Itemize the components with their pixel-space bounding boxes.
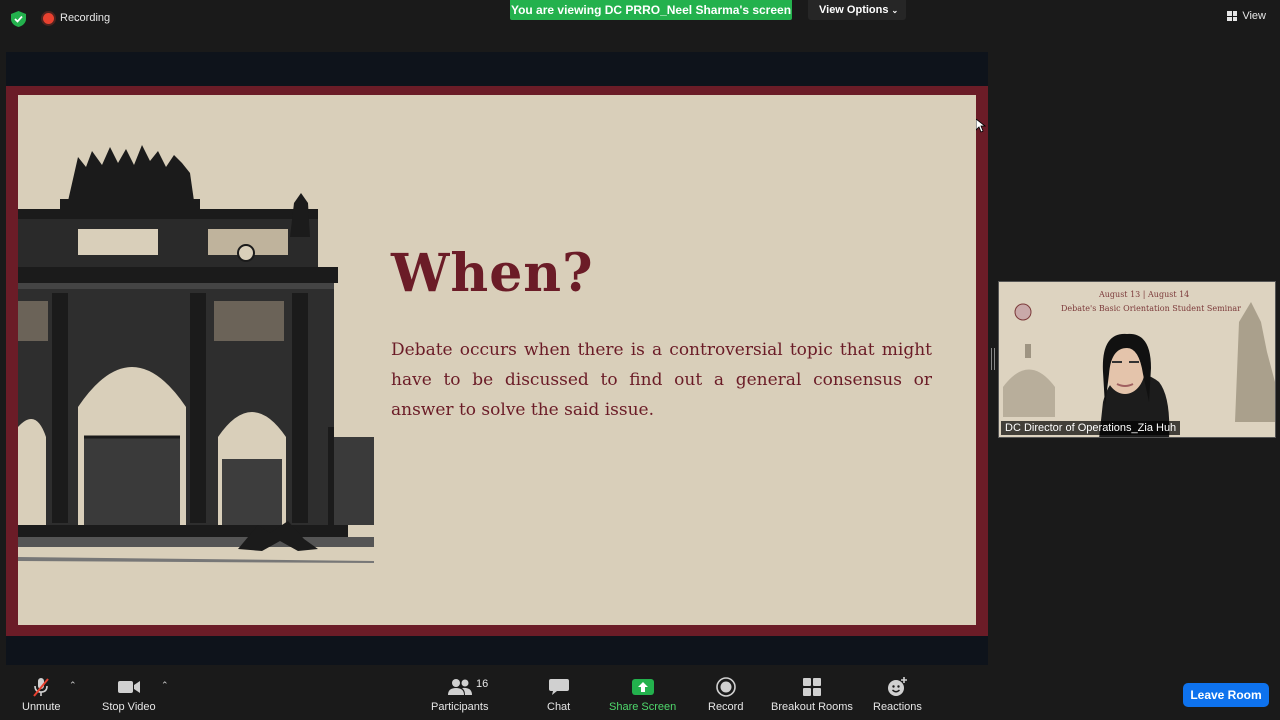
participants-label: Participants <box>431 701 489 713</box>
view-label: View <box>1242 10 1266 22</box>
viewing-screen-banner: You are viewing DC PRRO_Neel Sharma's sc… <box>510 0 792 20</box>
meeting-toolbar: Unmute ⌃ Stop Video ⌃ Participants 16 Ch… <box>0 668 1280 720</box>
participants-count: 16 <box>476 678 489 690</box>
reactions-button[interactable]: Reactions <box>873 676 922 713</box>
presentation-slide: When? Debate occurs when there is a cont… <box>6 86 988 636</box>
record-label: Record <box>708 701 744 713</box>
security-shield-icon[interactable] <box>11 11 26 27</box>
stop-video-button[interactable]: Stop Video <box>102 676 156 713</box>
audio-options-chevron-icon[interactable]: ⌃ <box>69 680 77 691</box>
video-slide-dates: August 13 | August 14 <box>1099 290 1190 299</box>
video-options-chevron-icon[interactable]: ⌃ <box>161 680 169 691</box>
view-options-button[interactable]: View Options ⌄ <box>808 0 906 20</box>
mouse-cursor-icon <box>976 119 986 133</box>
view-button[interactable]: View <box>1227 10 1266 22</box>
slide-body-text: Debate occurs when there is a controvers… <box>391 340 932 420</box>
participant-name-label: DC Director of Operations_Zia Huh <box>1001 421 1181 435</box>
unmute-label: Unmute <box>22 701 61 713</box>
breakout-rooms-button[interactable]: Breakout Rooms <box>771 676 853 713</box>
participant-video-tile[interactable]: August 13 | August 14 Debate's Basic Ori… <box>998 281 1276 438</box>
chevron-down-icon: ⌄ <box>891 6 899 15</box>
shared-screen[interactable]: When? Debate occurs when there is a cont… <box>6 52 988 665</box>
grid-view-icon <box>1227 11 1238 21</box>
share-screen-icon <box>631 676 655 698</box>
chat-button[interactable]: Chat <box>547 676 570 713</box>
microphone-muted-icon <box>30 676 52 698</box>
participants-icon <box>447 676 473 698</box>
share-screen-button[interactable]: Share Screen <box>609 676 676 713</box>
breakout-rooms-icon <box>801 676 823 698</box>
slide-content: When? Debate occurs when there is a cont… <box>18 95 976 625</box>
recording-indicator-icon <box>43 13 54 24</box>
share-screen-label: Share Screen <box>609 701 677 713</box>
stop-video-label: Stop Video <box>102 701 156 713</box>
chat-label: Chat <box>547 701 571 713</box>
view-options-label: View Options <box>819 4 889 16</box>
record-button[interactable]: Record <box>708 676 743 713</box>
chat-bubble-icon <box>548 676 570 698</box>
video-slide-title: Debate's Basic Orientation Student Semin… <box>1061 304 1241 313</box>
panel-resize-handle[interactable] <box>991 348 995 370</box>
unmute-button[interactable]: Unmute <box>22 676 61 713</box>
record-icon <box>715 676 737 698</box>
zoom-meeting-window: Recording You are viewing DC PRRO_Neel S… <box>0 0 1280 720</box>
leave-room-button[interactable]: Leave Room <box>1183 683 1269 707</box>
top-bar: Recording You are viewing DC PRRO_Neel S… <box>0 0 1280 38</box>
reactions-label: Reactions <box>873 701 922 713</box>
video-camera-icon <box>116 676 142 698</box>
breakout-rooms-label: Breakout Rooms <box>771 701 853 713</box>
reactions-smiley-icon <box>886 676 908 698</box>
recording-label[interactable]: Recording <box>60 12 110 24</box>
slide-title: When? <box>391 243 594 304</box>
triumphal-arch-illustration <box>18 145 374 563</box>
